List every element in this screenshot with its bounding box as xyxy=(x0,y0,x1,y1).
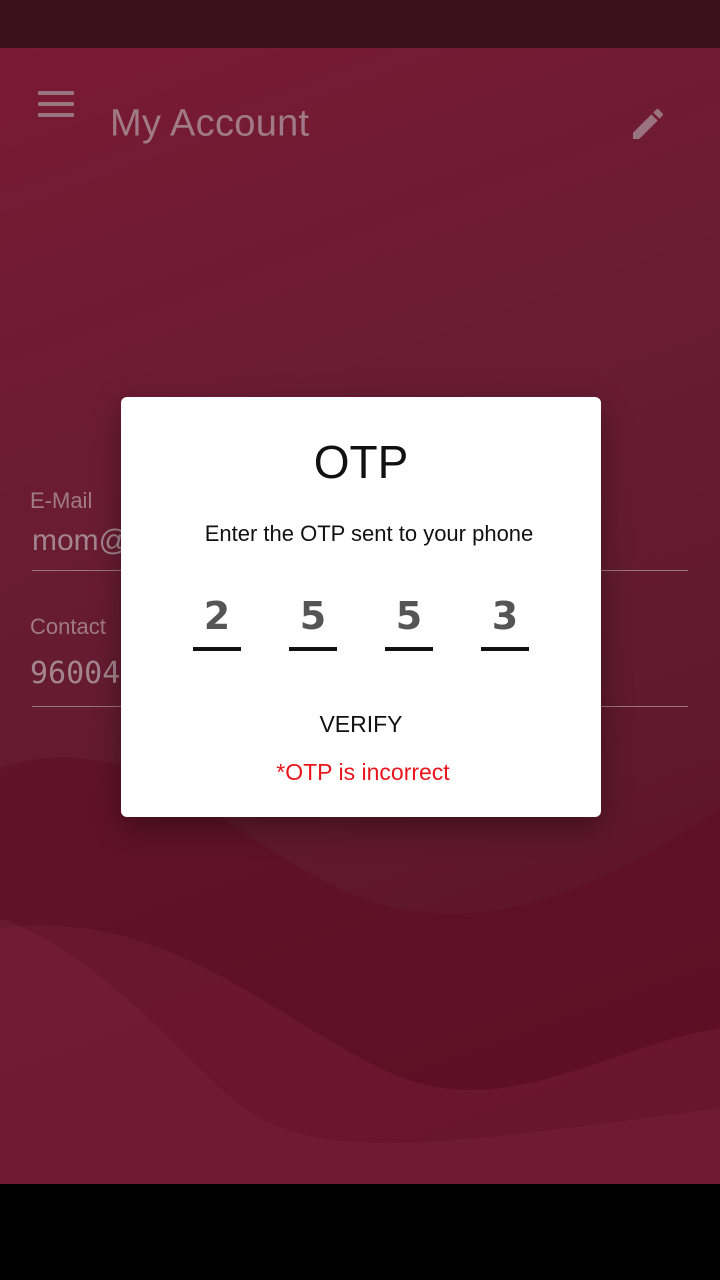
otp-digit-3[interactable]: 5 xyxy=(385,587,433,651)
otp-digit-4[interactable]: 3 xyxy=(481,587,529,651)
menu-button[interactable] xyxy=(24,78,88,130)
otp-digit-2[interactable]: 5 xyxy=(289,587,337,651)
page-title: My Account xyxy=(110,102,310,145)
email-label: E-Mail xyxy=(30,488,93,513)
otp-digit-1[interactable]: 2 xyxy=(193,587,241,651)
hamburger-menu-icon xyxy=(38,91,76,117)
app-bar: My Account xyxy=(0,48,720,160)
edit-button[interactable] xyxy=(618,96,678,152)
dialog-subtitle: Enter the OTP sent to your phone xyxy=(204,521,534,546)
pencil-icon xyxy=(633,108,664,139)
status-bar xyxy=(0,0,720,48)
dialog-title: OTP xyxy=(313,436,409,488)
email-field[interactable]: mom@ xyxy=(32,524,129,558)
contact-label: Contact xyxy=(30,614,106,639)
system-navigation-bar xyxy=(0,1184,720,1280)
otp-dialog: OTP Enter the OTP sent to your phone 2 5… xyxy=(121,397,601,817)
otp-error-message: *OTP is incorrect xyxy=(276,759,450,785)
verify-button[interactable]: VERIFY xyxy=(281,699,441,749)
